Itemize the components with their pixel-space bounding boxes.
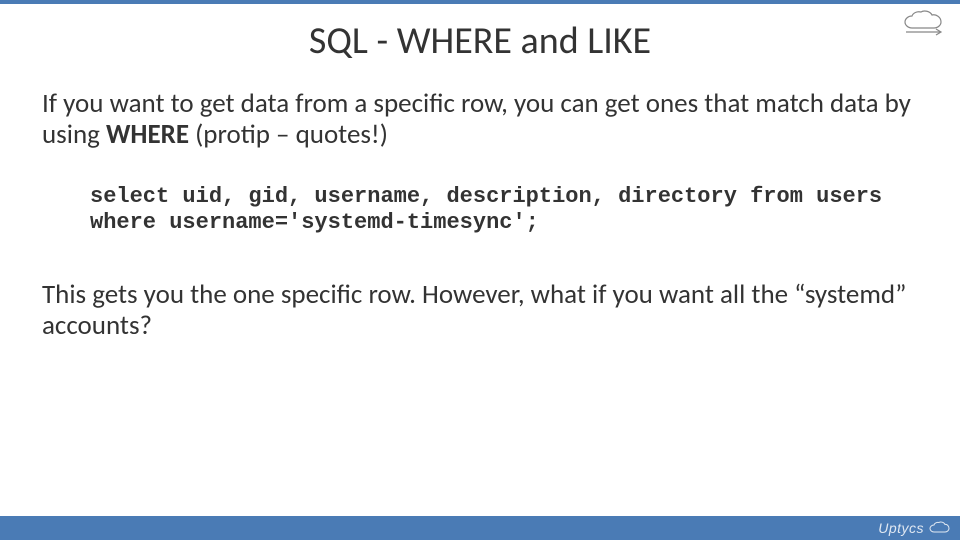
slide-title: SQL - WHERE and LIKE	[0, 18, 960, 64]
footer-bar: Uptycs	[0, 516, 960, 540]
outro-paragraph: This gets you the one specific row. Howe…	[42, 279, 920, 341]
cloud-arrow-icon	[900, 10, 948, 38]
intro-keyword: WHERE	[106, 118, 189, 151]
cloud-icon	[928, 521, 950, 535]
intro-text-suffix: (protip – quotes!)	[189, 118, 388, 151]
intro-paragraph: If you want to get data from a specific …	[42, 88, 920, 150]
top-accent-bar	[0, 0, 960, 4]
sql-code-block: select uid, gid, username, description, …	[90, 184, 900, 237]
slide-content: If you want to get data from a specific …	[0, 88, 960, 341]
footer-brand-text: Uptycs	[878, 520, 924, 536]
